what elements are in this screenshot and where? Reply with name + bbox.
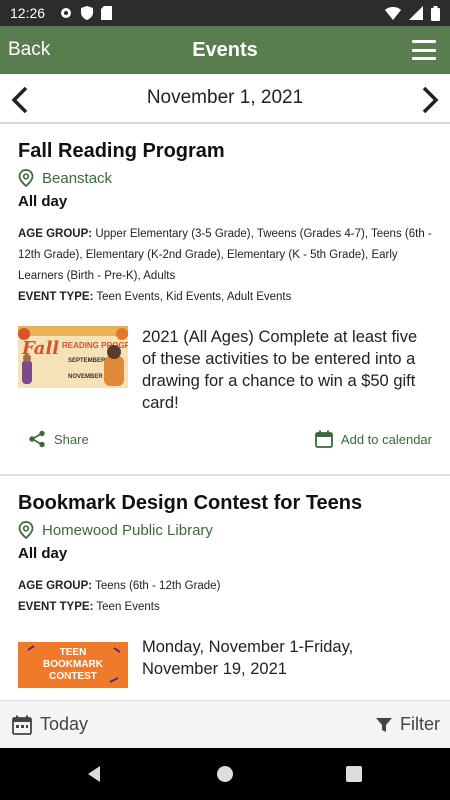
location-pin-icon bbox=[18, 521, 34, 539]
next-day-icon[interactable] bbox=[418, 86, 442, 114]
status-bar: 12:26 bbox=[0, 0, 450, 26]
event-time: All day bbox=[18, 545, 68, 562]
event-card[interactable]: Fall Reading Program Beanstack All day A… bbox=[0, 124, 450, 454]
event-title[interactable]: Fall Reading Program bbox=[18, 140, 432, 163]
location-pin-icon bbox=[18, 169, 34, 187]
event-type-value: Teen Events bbox=[96, 601, 160, 613]
app-bar: Back Events bbox=[0, 26, 450, 74]
age-group-label: AGE GROUP: bbox=[18, 228, 93, 240]
image-line-1: TEEN bbox=[60, 647, 87, 658]
event-type-label: EVENT TYPE: bbox=[18, 291, 94, 303]
event-location[interactable]: Homewood Public Library bbox=[18, 521, 432, 539]
settings-status-icon bbox=[61, 8, 72, 18]
add-to-calendar-button[interactable]: Add to calendar bbox=[315, 430, 432, 448]
age-group-value: Teens (6th - 12th Grade) bbox=[95, 580, 221, 592]
nav-recents-icon[interactable] bbox=[345, 765, 363, 783]
event-type-label: EVENT TYPE: bbox=[18, 601, 94, 613]
signal-icon bbox=[409, 6, 423, 20]
event-image[interactable]: Fall READING PROGRAM SEPTEMBER 1 NOVEMBE… bbox=[18, 326, 143, 393]
nav-back-icon[interactable] bbox=[84, 764, 104, 784]
system-navigation-bar bbox=[0, 748, 450, 800]
bottom-toolbar: Today Filter bbox=[0, 700, 450, 748]
nav-home-icon[interactable] bbox=[215, 764, 235, 784]
event-description: Monday, November 1-Friday, November 19, … bbox=[142, 638, 354, 678]
event-time: All day bbox=[18, 193, 68, 210]
share-label: Share bbox=[54, 431, 89, 447]
event-image[interactable]: TEEN BOOKMARK CONTEST bbox=[18, 636, 128, 693]
previous-day-icon[interactable] bbox=[8, 86, 32, 114]
event-location[interactable]: Beanstack bbox=[18, 169, 432, 187]
event-type-value: Teen Events, Kid Events, Adult Events bbox=[96, 291, 292, 303]
filter-label: Filter bbox=[400, 714, 440, 734]
wifi-icon bbox=[385, 7, 401, 20]
event-list[interactable]: Fall Reading Program Beanstack All day A… bbox=[0, 124, 450, 700]
location-label: Homewood Public Library bbox=[42, 521, 213, 539]
hamburger-menu-icon[interactable] bbox=[412, 40, 436, 60]
add-to-calendar-label: Add to calendar bbox=[340, 431, 432, 447]
event-description: 2021 (All Ages) Complete at least five o… bbox=[142, 328, 418, 412]
event-card[interactable]: Bookmark Design Contest for Teens Homewo… bbox=[0, 476, 450, 700]
battery-icon bbox=[431, 5, 440, 21]
page-title: Events bbox=[192, 38, 258, 61]
share-button[interactable]: Share bbox=[18, 430, 89, 448]
today-label: Today bbox=[40, 714, 89, 734]
calendar-icon bbox=[12, 715, 32, 735]
age-group-label: AGE GROUP: bbox=[18, 580, 93, 592]
current-date: November 1, 2021 bbox=[146, 87, 304, 108]
location-label: Beanstack bbox=[42, 169, 113, 187]
status-time: 12:26 bbox=[10, 5, 46, 21]
date-navigation: November 1, 2021 bbox=[0, 74, 450, 124]
age-group: AGE GROUP: Upper Elementary (3-5 Grade),… bbox=[18, 224, 432, 287]
event-type: EVENT TYPE: Teen Events, Kid Events, Adu… bbox=[18, 287, 432, 308]
calendar-icon bbox=[315, 430, 333, 448]
back-button[interactable]: Back bbox=[8, 39, 50, 61]
sd-card-status-icon bbox=[101, 6, 113, 20]
event-type: EVENT TYPE: Teen Events bbox=[18, 597, 432, 618]
filter-icon bbox=[376, 717, 392, 732]
age-group: AGE GROUP: Teens (6th - 12th Grade) bbox=[18, 576, 432, 597]
shield-status-icon bbox=[81, 6, 94, 20]
event-title[interactable]: Bookmark Design Contest for Teens bbox=[18, 492, 432, 515]
image-line-3: CONTEST bbox=[49, 671, 97, 682]
today-button[interactable]: Today bbox=[12, 714, 88, 735]
filter-button[interactable]: Filter bbox=[376, 714, 440, 735]
share-icon bbox=[29, 430, 45, 448]
image-line-2: BOOKMARK bbox=[43, 659, 104, 670]
